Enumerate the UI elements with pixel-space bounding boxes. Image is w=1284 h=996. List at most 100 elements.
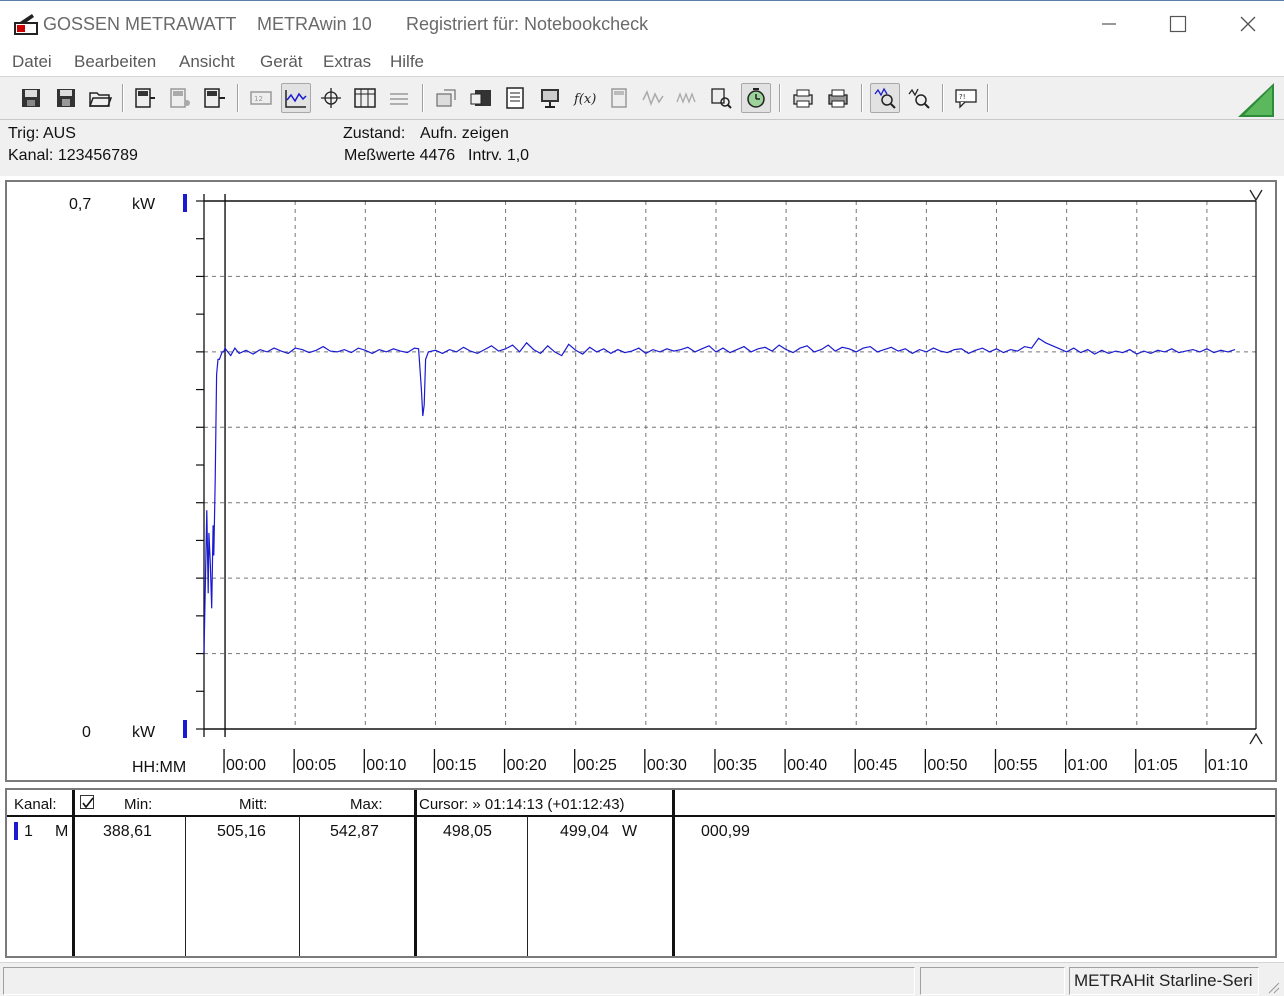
cursor-value-1: 498,05 bbox=[443, 823, 492, 840]
x-tick-label: 00:20 bbox=[507, 757, 547, 774]
col-header-cursor: Cursor: » 01:14:13 (+01:12:43) bbox=[419, 796, 625, 813]
cursor-top-marker[interactable] bbox=[1249, 189, 1263, 202]
display-button[interactable]: 12 bbox=[246, 83, 276, 113]
channel-number: 1 bbox=[24, 823, 33, 840]
svg-text:f(x): f(x) bbox=[573, 92, 596, 107]
channel-mode: M bbox=[55, 823, 69, 840]
svg-text:12: 12 bbox=[254, 95, 263, 103]
cursor-bottom-marker[interactable] bbox=[1249, 732, 1263, 745]
timer-button[interactable] bbox=[741, 83, 771, 113]
cursor-unit: W bbox=[622, 823, 638, 840]
state-label: Zustand: bbox=[343, 125, 406, 142]
list-icon bbox=[390, 93, 408, 105]
print-button[interactable] bbox=[823, 83, 853, 113]
trend-chart[interactable]: 00:00 00:05 00:10 00:15 00:20 00:25 00:30 00:35… bbox=[7, 182, 1275, 780]
device-config-button[interactable] bbox=[165, 83, 195, 113]
y-bottom-marker[interactable] bbox=[183, 720, 187, 738]
menu-extras[interactable]: Extras bbox=[323, 52, 371, 72]
resize-grip-icon[interactable] bbox=[1264, 978, 1280, 994]
export-button[interactable] bbox=[431, 83, 461, 113]
menu-hilfe[interactable]: Hilfe bbox=[390, 52, 424, 72]
channel-table: Kanal: Min: Mitt: Max: Cursor: » 01:14:1… bbox=[5, 788, 1277, 958]
formula-button[interactable]: f(x) bbox=[570, 83, 600, 113]
formula-icon: f(x) bbox=[573, 92, 596, 107]
search-device-icon bbox=[711, 88, 732, 109]
cursor-button[interactable] bbox=[316, 83, 346, 113]
registered-title: Registriert für: Notebookcheck bbox=[406, 14, 649, 34]
save-button[interactable] bbox=[16, 83, 46, 113]
minimize-button[interactable] bbox=[1074, 1, 1144, 47]
menu-bar: Datei Bearbeiten Ansicht Gerät Extras Hi… bbox=[0, 48, 1284, 76]
cursor-value-2: 499,04 bbox=[560, 823, 609, 840]
help-button[interactable]: ?! bbox=[951, 83, 981, 113]
channel-checkbox[interactable] bbox=[80, 795, 94, 809]
waveform-button[interactable] bbox=[638, 83, 668, 113]
monitor-button[interactable] bbox=[535, 83, 565, 113]
import-button[interactable] bbox=[466, 83, 496, 113]
table-view-button[interactable] bbox=[350, 83, 380, 113]
menu-bearbeiten[interactable]: Bearbeiten bbox=[74, 52, 156, 72]
col-divider bbox=[185, 816, 186, 956]
status-bar: METRAHit Starline-Seri bbox=[0, 962, 1284, 996]
trend-chart-panel[interactable]: 00:00 00:05 00:10 00:15 00:20 00:25 00:30 00:35… bbox=[5, 180, 1277, 782]
report-button[interactable] bbox=[500, 83, 530, 113]
save-as-button[interactable] bbox=[51, 83, 81, 113]
title-bar: GOSSEN METRAWATT METRAwin 10 Registriert… bbox=[0, 0, 1284, 48]
search-device-button[interactable] bbox=[706, 83, 736, 113]
open-button[interactable] bbox=[85, 83, 115, 113]
trend-chart-icon bbox=[285, 90, 307, 108]
help-balloon-icon: ?! bbox=[955, 89, 977, 109]
menu-datei[interactable]: Datei bbox=[12, 52, 52, 72]
zoom-in-button[interactable] bbox=[870, 83, 900, 113]
signal-button[interactable] bbox=[672, 83, 702, 113]
trend-view-button[interactable] bbox=[281, 83, 311, 113]
y-unit-top: kW bbox=[132, 196, 156, 213]
y-max-label: 0,7 bbox=[69, 196, 91, 213]
x-tick-label: 01:10 bbox=[1208, 757, 1248, 774]
maximize-icon bbox=[1169, 15, 1187, 33]
col-header-kanal: Kanal: bbox=[14, 796, 57, 813]
report-icon bbox=[506, 87, 524, 109]
print-preview-icon bbox=[793, 89, 813, 108]
device-send-icon bbox=[204, 88, 225, 108]
close-icon bbox=[1240, 16, 1256, 32]
table-header-divider bbox=[7, 815, 1275, 817]
zoom-in-icon bbox=[874, 87, 896, 109]
interval-value: Intrv. 1,0 bbox=[468, 147, 530, 164]
menu-ansicht[interactable]: Ansicht bbox=[179, 52, 235, 72]
state-value: Aufn. zeigen bbox=[420, 125, 509, 142]
brand-title: GOSSEN METRAWATT bbox=[43, 14, 237, 34]
x-tick-label: 01:00 bbox=[1068, 757, 1108, 774]
y-min-label: 0 bbox=[82, 724, 91, 741]
channel-color-marker bbox=[14, 822, 18, 840]
col-divider bbox=[414, 790, 417, 956]
menu-geraet[interactable]: Gerät bbox=[260, 52, 303, 72]
status-panel-main bbox=[3, 967, 915, 995]
channel-status: Kanal: 123456789 bbox=[8, 147, 138, 164]
x-tick-label: 00:40 bbox=[787, 757, 827, 774]
chart-axes bbox=[196, 194, 1257, 737]
app-logo-icon bbox=[14, 14, 38, 35]
y-top-marker[interactable] bbox=[183, 194, 187, 212]
minimize-icon bbox=[1102, 23, 1116, 25]
device-read-button[interactable] bbox=[130, 83, 160, 113]
waveform-icon bbox=[642, 90, 664, 107]
chart-grid bbox=[204, 201, 1256, 729]
col-divider bbox=[72, 790, 75, 956]
calculator-icon bbox=[611, 88, 627, 108]
maximize-button[interactable] bbox=[1143, 1, 1213, 47]
monitor-icon bbox=[541, 89, 559, 108]
value-min: 388,61 bbox=[103, 823, 152, 840]
export-icon bbox=[436, 89, 456, 107]
timer-icon bbox=[747, 88, 765, 108]
x-tick-label: 00:50 bbox=[927, 757, 967, 774]
list-view-button[interactable] bbox=[384, 83, 414, 113]
device-send-button[interactable] bbox=[199, 83, 229, 113]
zoom-out-button[interactable] bbox=[904, 83, 934, 113]
print-preview-button[interactable] bbox=[788, 83, 818, 113]
status-info-panel: Trig: AUS Kanal: 123456789 Zustand: Aufn… bbox=[0, 120, 1284, 176]
x-tick-labels: 00:00 00:05 00:10 00:15 00:20 00:25 00:30 00:35… bbox=[223, 749, 1248, 774]
x-tick-label: 00:05 bbox=[296, 757, 336, 774]
calculator-button[interactable] bbox=[604, 83, 634, 113]
close-button[interactable] bbox=[1213, 1, 1283, 47]
